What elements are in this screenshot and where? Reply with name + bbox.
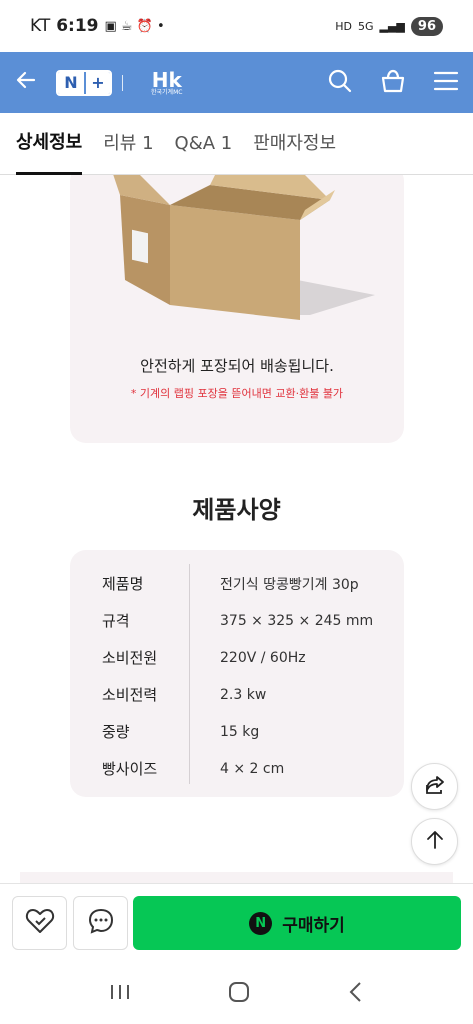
spec-row: 소비전력 2.3 kw (70, 676, 404, 713)
spec-key: 규격 (102, 612, 130, 630)
chat-icon (87, 907, 115, 939)
status-icons: ▣ ☕ ⏰ • (104, 18, 165, 34)
tab-qna[interactable]: Q&A 1 (175, 113, 233, 175)
arrow-up-icon (424, 829, 446, 855)
spec-value: 전기식 땅콩빵기계 30p (220, 576, 359, 593)
buy-button-label: 구매하기 (282, 915, 345, 936)
packaging-card: 안전하게 포장되어 배송됩니다. * 기계의 랩핑 포장을 뜯어내면 교환·환불… (70, 175, 404, 443)
battery-badge: 96 (410, 16, 443, 36)
purchase-bar: N 구매하기 (0, 883, 473, 963)
spec-value: 15 kg (220, 723, 260, 740)
tab-seller-info[interactable]: 판매자정보 (253, 113, 336, 175)
system-nav-bar (0, 963, 473, 1024)
store-logo-sub: 한국기계MC (151, 88, 183, 96)
spec-value: 4 × 2 cm (220, 760, 285, 777)
arrow-left-icon[interactable] (14, 66, 46, 99)
spec-value: 375 × 325 × 245 mm (220, 612, 374, 629)
spec-row: 제품명 전기식 땅콩빵기계 30p (70, 565, 404, 602)
chat-button[interactable] (73, 896, 128, 950)
store-logo-text: Hk (151, 67, 182, 92)
recent-apps-icon[interactable] (108, 982, 132, 1006)
hamburger-icon[interactable] (433, 70, 459, 96)
divider (122, 74, 123, 91)
packaging-message: 안전하게 포장되어 배송됩니다. (140, 357, 334, 375)
spec-row: 빵사이즈 4 × 2 cm (70, 750, 404, 787)
share-icon (423, 773, 447, 801)
buy-button[interactable]: N 구매하기 (133, 896, 461, 950)
store-logo[interactable]: Hk 한국기계MC (151, 70, 182, 96)
share-button[interactable] (411, 763, 458, 810)
heart-icon (25, 907, 55, 939)
back-nav-icon[interactable] (346, 980, 366, 1008)
search-icon[interactable] (327, 68, 353, 98)
network-label: 5G (357, 19, 374, 33)
spec-row: 중량 15 kg (70, 713, 404, 750)
spec-value: 2.3 kw (220, 686, 267, 703)
packaging-warning: * 기계의 랩핑 포장을 뜯어내면 교환·환불 불가 (130, 387, 344, 400)
spec-key: 소비전력 (102, 686, 158, 704)
signal-icon: ▂▄▆ (379, 19, 405, 33)
app-bar: N + Hk 한국기계MC (0, 52, 473, 113)
spec-key: 빵사이즈 (102, 760, 158, 778)
tab-reviews[interactable]: 리뷰 1 (103, 113, 153, 175)
naver-plus-logo[interactable]: N + (56, 69, 112, 96)
status-bar: KT 6:19 ▣ ☕ ⏰ • HD 5G ▂▄▆ 96 (0, 0, 473, 52)
naver-pay-icon: N (249, 911, 273, 935)
scroll-top-button[interactable] (411, 818, 458, 865)
cardboard-box-image (100, 175, 380, 355)
carrier-label: KT (30, 16, 51, 36)
product-detail-content[interactable]: 안전하게 포장되어 배송됩니다. * 기계의 랩핑 포장을 뜯어내면 교환·환불… (0, 175, 473, 885)
spec-row: 소비전원 220V / 60Hz (70, 639, 404, 676)
spec-title: 제품사양 (192, 496, 281, 524)
home-icon[interactable] (227, 980, 251, 1008)
basket-icon[interactable] (379, 68, 407, 98)
spec-key: 제품명 (102, 575, 144, 593)
spec-value: 220V / 60Hz (220, 649, 306, 666)
spec-key: 중량 (102, 723, 130, 741)
spec-row: 규격 375 × 325 × 245 mm (70, 602, 404, 639)
clock: 6:19 (56, 16, 99, 36)
tab-details[interactable]: 상세정보 (16, 113, 83, 175)
tab-bar: 상세정보 리뷰 1 Q&A 1 판매자정보 (0, 113, 473, 175)
spec-table: 제품명 전기식 땅콩빵기계 30p 규격 375 × 325 × 245 mm … (70, 550, 404, 797)
hd-icon: HD (335, 19, 352, 33)
spec-key: 소비전원 (102, 649, 158, 667)
wishlist-button[interactable] (12, 896, 67, 950)
